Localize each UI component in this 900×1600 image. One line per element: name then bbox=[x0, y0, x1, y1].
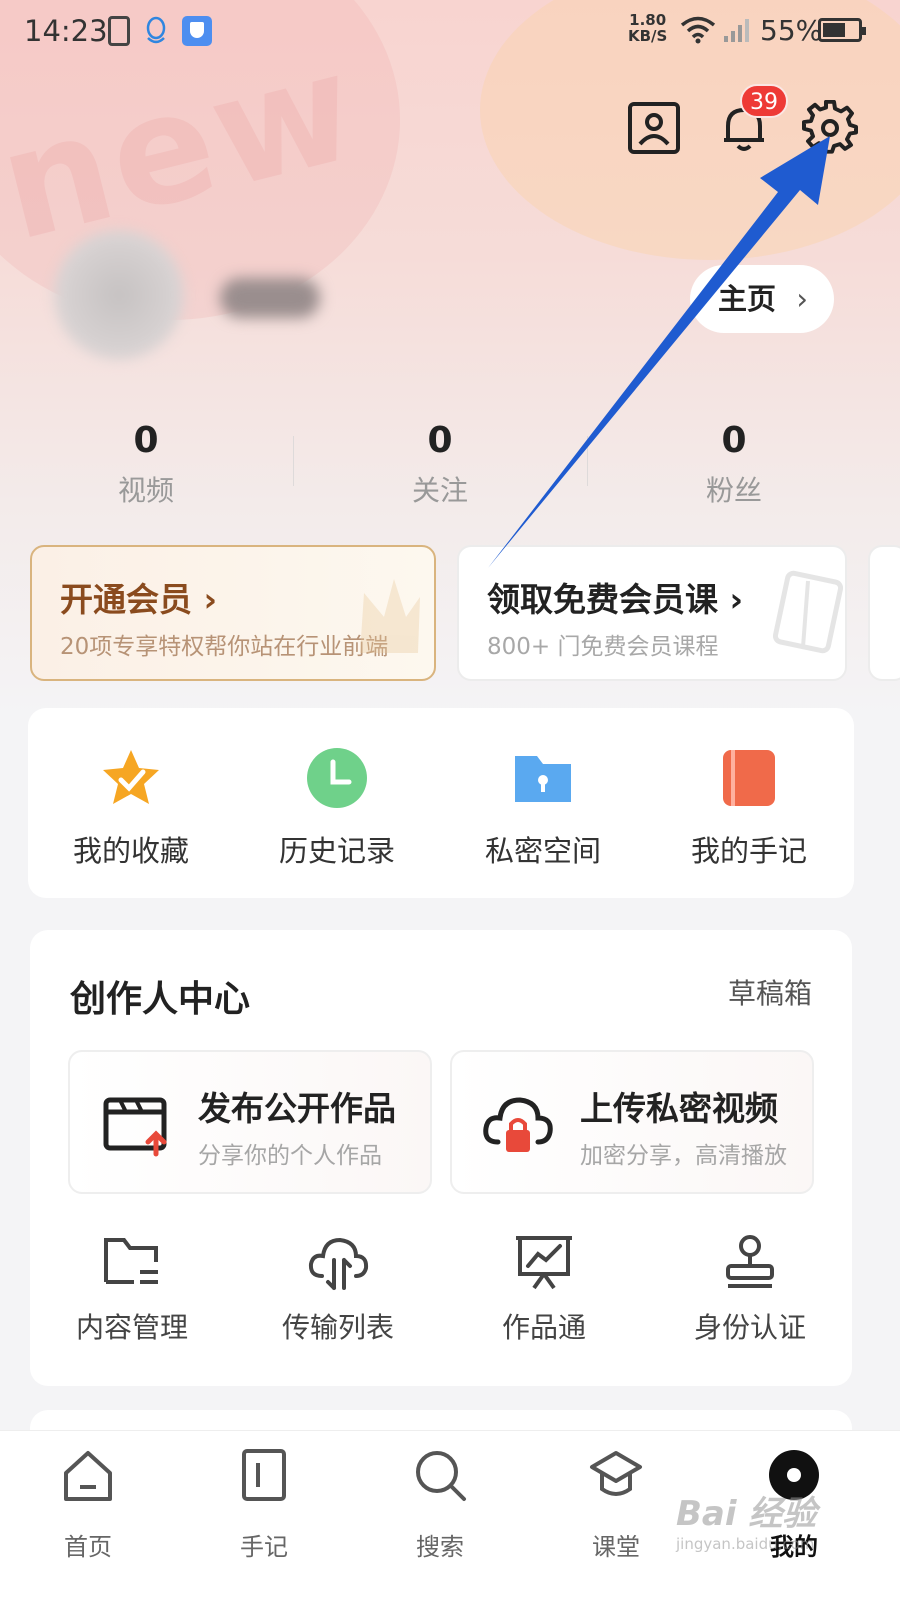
quick-actions-card: 我的收藏 历史记录 私密空间 我的手记 bbox=[28, 708, 854, 898]
vibrate-icon bbox=[108, 16, 130, 46]
private-space-button[interactable]: 私密空间 bbox=[468, 746, 618, 870]
clock-icon bbox=[307, 748, 367, 808]
transfer-list-button[interactable]: 传输列表 bbox=[258, 1232, 418, 1346]
my-notes-button[interactable]: 我的手记 bbox=[674, 746, 824, 870]
stat-fans[interactable]: 0 粉丝 bbox=[634, 420, 834, 509]
cell-signal-icon bbox=[724, 19, 749, 42]
stat-following[interactable]: 0 关注 bbox=[340, 420, 540, 509]
history-button[interactable]: 历史记录 bbox=[262, 746, 412, 870]
content-management-button[interactable]: 内容管理 bbox=[52, 1232, 212, 1346]
wifi-icon bbox=[680, 16, 716, 44]
cloud-lock-icon bbox=[483, 1097, 553, 1152]
nav-classroom[interactable]: 课堂 bbox=[556, 1447, 676, 1562]
private-folder-icon bbox=[515, 756, 571, 802]
promo-card-partial[interactable] bbox=[868, 545, 900, 681]
notebook-icon bbox=[723, 750, 775, 806]
publish-work-button[interactable]: 发布公开作品 分享你的个人作品 bbox=[68, 1050, 432, 1194]
folder-manage-icon bbox=[104, 1238, 158, 1284]
clapperboard-upload-icon bbox=[103, 1097, 167, 1157]
baidu-jingyan-watermark: Bai 经验 jingyan.baidu.com bbox=[676, 1494, 817, 1553]
classroom-icon bbox=[590, 1451, 642, 1496]
works-pass-button[interactable]: 作品通 bbox=[464, 1232, 624, 1346]
divider bbox=[293, 436, 294, 486]
status-bar: 14:23 1.80 KB/S 55% bbox=[0, 0, 900, 64]
homepage-button[interactable]: 主页 › bbox=[690, 265, 834, 333]
creator-center-title: 创作人中心 bbox=[70, 979, 251, 1020]
star-icon bbox=[103, 750, 159, 804]
chevron-right-icon: › bbox=[796, 282, 808, 316]
stat-videos[interactable]: 0 视频 bbox=[46, 420, 246, 509]
status-time: 14:23 bbox=[24, 14, 108, 48]
battery-icon bbox=[818, 18, 866, 42]
crown-icon bbox=[360, 579, 420, 653]
search-icon bbox=[416, 1451, 466, 1501]
security-shield-icon bbox=[182, 16, 212, 46]
notes-icon bbox=[242, 1449, 286, 1501]
drafts-link[interactable]: 草稿箱 bbox=[728, 972, 812, 1012]
home-icon bbox=[64, 1451, 112, 1501]
battery-percentage: 55% bbox=[760, 14, 823, 47]
presentation-chart-icon bbox=[516, 1236, 572, 1290]
vip-membership-card[interactable]: 开通会员 › 20项专享特权帮你站在行业前端 bbox=[30, 545, 436, 681]
free-course-card[interactable]: 领取免费会员课 › 800+ 门免费会员课程 bbox=[457, 545, 847, 681]
nav-home[interactable]: 首页 bbox=[28, 1447, 148, 1562]
my-favorites-button[interactable]: 我的收藏 bbox=[56, 746, 206, 870]
network-speed: 1.80 KB/S bbox=[628, 11, 668, 45]
identity-verification-button[interactable]: 身份认证 bbox=[670, 1232, 830, 1346]
nav-notes[interactable]: 手记 bbox=[204, 1447, 324, 1562]
book-icon bbox=[773, 570, 843, 654]
stamp-icon bbox=[726, 1235, 774, 1288]
nav-search[interactable]: 搜索 bbox=[380, 1447, 500, 1562]
divider bbox=[587, 436, 588, 486]
creator-center-card: 创作人中心 草稿箱 发布公开作品 分享你的个人作品 上传私密视频 加密分享，高清… bbox=[30, 930, 852, 1386]
avatar[interactable] bbox=[54, 230, 184, 360]
notification-badge: 39 bbox=[740, 84, 788, 118]
username bbox=[220, 278, 320, 318]
upload-private-video-button[interactable]: 上传私密视频 加密分享，高清播放 bbox=[450, 1050, 814, 1194]
cloud-transfer-icon bbox=[308, 1237, 369, 1290]
contact-card-icon[interactable] bbox=[626, 100, 682, 156]
settings-gear-icon[interactable] bbox=[802, 100, 858, 156]
qq-penguin-icon bbox=[146, 16, 166, 44]
